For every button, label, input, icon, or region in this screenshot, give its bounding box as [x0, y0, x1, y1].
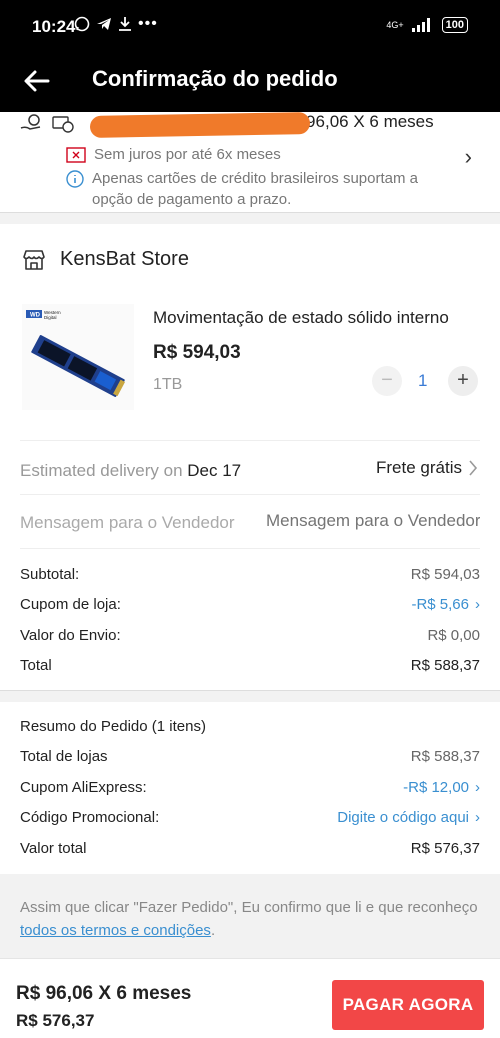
chevron-right-icon[interactable]: › — [465, 144, 472, 170]
status-bar: 10:24 ••• 4G+ 100 — [0, 0, 500, 54]
product-variant: 1TB — [153, 376, 183, 393]
terms-link[interactable]: todos os termos e condições — [20, 922, 211, 939]
shipping-option[interactable]: Frete grátis — [376, 458, 478, 478]
payment-icons — [20, 114, 74, 134]
product-name[interactable]: Movimentação de estado sólido interno — [153, 308, 478, 328]
aliexpress-coupon-row[interactable]: Cupom AliExpress: -R$ 12,00 › — [20, 779, 480, 796]
status-time: 10:24 — [32, 17, 76, 36]
checkout-installment: R$ 96,06 X 6 meses — [16, 983, 192, 1004]
redaction-mark — [89, 112, 311, 138]
grand-total-label: Valor total — [20, 840, 87, 857]
no-interest-row: Sem juros por até 6x meses — [66, 146, 281, 163]
interest-free-icon — [66, 146, 86, 163]
download-icon — [119, 17, 131, 31]
store-section: KensBat Store WD Western Digital Movimen… — [0, 226, 500, 686]
installment-amount: S 96,06 X 6 meses — [290, 112, 434, 131]
subtotal-label: Subtotal: — [20, 566, 80, 583]
shipping-label: Frete grátis — [376, 458, 462, 477]
delivery-label: Estimated delivery on — [20, 461, 183, 480]
shipping-cost-row: Valor do Envio: R$ 0,00 — [20, 627, 480, 644]
delivery-date: Dec 17 — [187, 461, 242, 480]
shipping-cost-value: R$ 0,00 — [427, 627, 480, 644]
grand-total-row: Valor total R$ 576,37 — [20, 840, 480, 857]
product-price: R$ 594,03 — [153, 342, 241, 363]
shipping-cost-label: Valor do Envio: — [20, 627, 121, 644]
money-hand-icon — [20, 114, 41, 130]
product-image[interactable]: WD Western Digital — [22, 304, 134, 410]
promo-code-link[interactable]: Digite o código aqui › — [337, 809, 480, 826]
chevron-right-icon: › — [475, 596, 480, 613]
installment-info-text: Apenas cartões de crédito brasileiros su… — [92, 170, 419, 208]
row-divider — [20, 494, 480, 495]
store-coupon-label: Cupom de loja: — [20, 596, 121, 613]
wd-logo-text: WD — [30, 313, 41, 319]
store-coupon-value: -R$ 5,66 — [411, 596, 469, 613]
stores-total-row: Total de lojas R$ 588,37 — [20, 748, 480, 765]
order-summary-title: Resumo do Pedido (1 itens) — [20, 718, 206, 735]
order-summary-title-row: Resumo do Pedido (1 itens) — [20, 718, 480, 735]
stores-total-value: R$ 588,37 — [410, 748, 480, 765]
battery-icon: 100 — [441, 17, 468, 33]
telegram-icon — [97, 18, 111, 30]
aliexpress-coupon-label: Cupom AliExpress: — [20, 779, 147, 796]
seller-message-input[interactable] — [266, 511, 480, 531]
app-bar: Confirmação do pedido — [0, 54, 500, 112]
network-type: 4G+ — [386, 20, 404, 30]
installment-info: Apenas cartões de crédito brasileiros su… — [66, 168, 446, 210]
terms-text: Assim que clicar "Fazer Pedido", Eu conf… — [20, 899, 478, 916]
store-name: KensBat Store — [60, 248, 189, 270]
checkout-bar: R$ 96,06 X 6 meses R$ 576,37 PAGAR AGORA — [0, 958, 500, 1038]
chevron-right-icon — [469, 460, 478, 476]
store-coupon-link[interactable]: -R$ 5,66 › — [411, 596, 480, 613]
no-interest-text: Sem juros por até 6x meses — [94, 146, 281, 163]
chevron-right-icon: › — [475, 779, 480, 796]
terms-end: . — [210, 922, 216, 939]
store-icon — [23, 249, 45, 270]
aliexpress-coupon-value: -R$ 12,00 — [403, 779, 469, 796]
promo-code-row[interactable]: Código Promocional: Digite o código aqui… — [20, 809, 480, 826]
stores-total-label: Total de lojas — [20, 748, 108, 765]
notification-icons: ••• — [74, 15, 158, 33]
aliexpress-coupon-link[interactable]: -R$ 12,00 › — [403, 779, 480, 796]
store-total-row: Total R$ 588,37 — [20, 657, 480, 674]
quantity-increase-button[interactable]: + — [448, 366, 478, 396]
subtotal-row: Subtotal: R$ 594,03 — [20, 566, 480, 583]
svg-text:Digital: Digital — [44, 315, 57, 320]
delivery-estimate: Estimated delivery on Dec 17 — [20, 461, 241, 481]
checkout-total: R$ 576,37 — [16, 1011, 95, 1030]
chevron-right-icon: › — [475, 809, 480, 826]
promo-code-value: Digite o código aqui — [337, 809, 469, 826]
section-divider — [0, 690, 500, 702]
back-arrow-icon[interactable] — [22, 66, 52, 96]
seller-message-label: Mensagem para o Vendedor — [20, 513, 235, 532]
row-divider — [20, 440, 480, 441]
store-coupon-row[interactable]: Cupom de loja: -R$ 5,66 › — [20, 596, 480, 613]
page-title: Confirmação do pedido — [92, 66, 338, 91]
store-total-value: R$ 588,37 — [410, 657, 480, 674]
subtotal-value: R$ 594,03 — [410, 566, 480, 583]
section-divider — [0, 212, 500, 224]
order-summary-section: Resumo do Pedido (1 itens) Total de loja… — [0, 702, 500, 874]
grand-total-value: R$ 576,37 — [410, 840, 480, 857]
system-icons: 4G+ 100 — [386, 17, 468, 33]
store-header[interactable]: KensBat Store — [22, 248, 189, 271]
info-icon — [66, 170, 84, 188]
store-total-label: Total — [20, 657, 52, 674]
quantity-decrease-button[interactable]: − — [372, 366, 402, 396]
signal-icon — [411, 18, 430, 32]
more-notifications-icon: ••• — [138, 15, 158, 32]
whatsapp-icon — [74, 16, 90, 32]
quantity-value: 1 — [418, 371, 428, 390]
promo-code-label: Código Promocional: — [20, 809, 160, 826]
terms-notice: Assim que clicar "Fazer Pedido", Eu conf… — [0, 874, 500, 958]
pay-now-button[interactable]: PAGAR AGORA — [332, 980, 484, 1030]
installment-icon — [52, 116, 74, 133]
row-divider — [20, 548, 480, 549]
